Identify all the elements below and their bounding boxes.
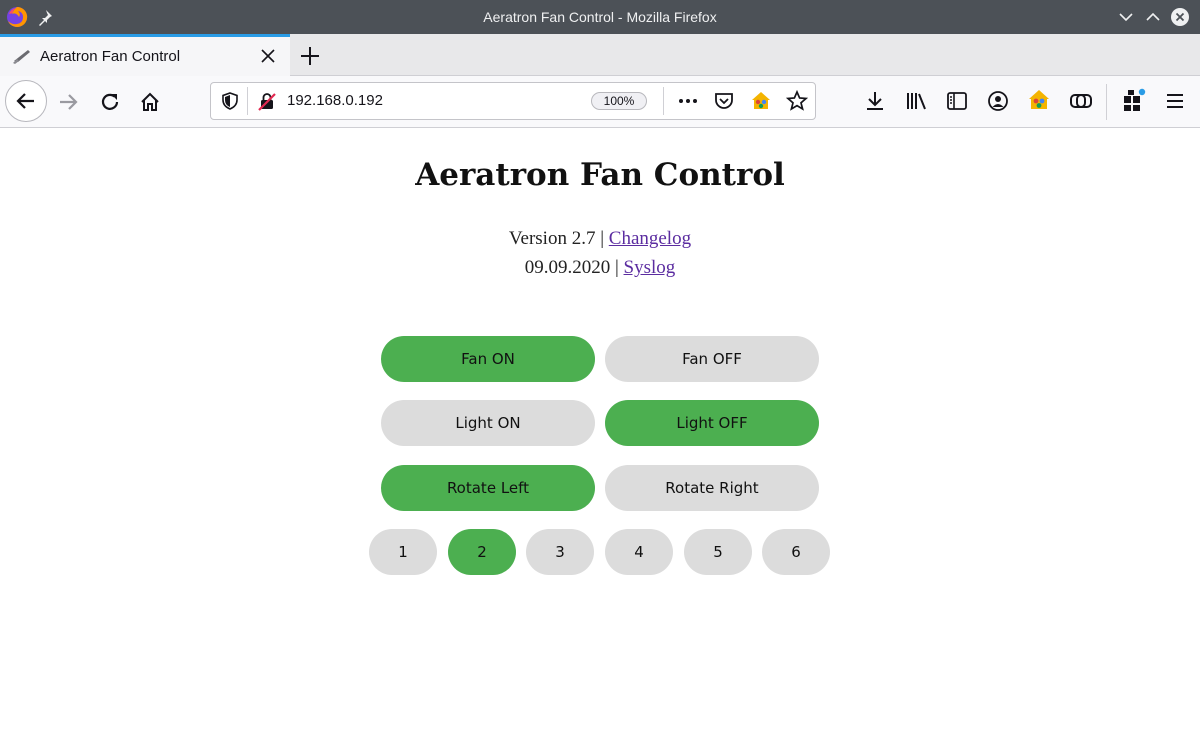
- nav-bar: 192.168.0.192 100%: [0, 76, 1200, 128]
- version-line: Version 2.7 | Changelog: [0, 228, 1200, 250]
- fan-off-button[interactable]: Fan OFF: [605, 336, 819, 382]
- tab-aeratron[interactable]: Aeratron Fan Control: [0, 34, 290, 76]
- date-line: 09.09.2020 | Syslog: [0, 257, 1200, 279]
- zoom-indicator[interactable]: 100%: [591, 92, 647, 110]
- changelog-link[interactable]: Changelog: [609, 228, 691, 249]
- reload-icon: [101, 93, 119, 110]
- home-assistant-icon[interactable]: [751, 91, 771, 111]
- window-titlebar: Aeratron Fan Control - Mozilla Firefox: [0, 0, 1200, 34]
- forward-arrow-icon: [60, 94, 78, 110]
- extensions-icon[interactable]: [1122, 88, 1146, 112]
- sidebar-icon[interactable]: [946, 90, 968, 112]
- back-button[interactable]: [5, 80, 47, 122]
- speed-4-button[interactable]: 4: [605, 529, 673, 575]
- fan-on-button[interactable]: Fan ON: [381, 336, 595, 382]
- bookmark-star-icon[interactable]: [786, 90, 808, 112]
- speed-5-button[interactable]: 5: [684, 529, 752, 575]
- urlbar-separator: [247, 87, 248, 115]
- tab-close-icon[interactable]: [260, 48, 276, 64]
- pocket-icon[interactable]: [714, 91, 734, 111]
- minimize-icon[interactable]: [1116, 7, 1136, 27]
- insecure-lock-icon[interactable]: [257, 92, 277, 112]
- maximize-icon[interactable]: [1143, 7, 1163, 27]
- url-bar[interactable]: 192.168.0.192 100%: [210, 82, 816, 120]
- light-off-button[interactable]: Light OFF: [605, 400, 819, 446]
- speed-3-button[interactable]: 3: [526, 529, 594, 575]
- fan-favicon-icon: [13, 50, 30, 64]
- back-arrow-icon: [16, 93, 34, 109]
- light-on-button[interactable]: Light ON: [381, 400, 595, 446]
- new-tab-plus-icon[interactable]: [296, 42, 324, 70]
- forward-button[interactable]: [50, 84, 86, 120]
- page-content: Aeratron Fan Control Version 2.7 | Chang…: [0, 129, 1200, 750]
- rotate-left-button[interactable]: Rotate Left: [381, 465, 595, 511]
- shield-icon[interactable]: [221, 92, 239, 110]
- home-icon: [141, 92, 159, 111]
- home-button[interactable]: [132, 84, 168, 120]
- library-icon[interactable]: [905, 90, 929, 112]
- speed-1-button[interactable]: 1: [369, 529, 437, 575]
- speed-2-button[interactable]: 2: [448, 529, 516, 575]
- syslog-link[interactable]: Syslog: [624, 257, 676, 278]
- urlbar-separator-right: [663, 87, 664, 115]
- version-text: Version 2.7 |: [508, 228, 605, 249]
- reload-button[interactable]: [92, 84, 128, 120]
- window-title: Aeratron Fan Control - Mozilla Firefox: [483, 9, 717, 25]
- tab-title: Aeratron Fan Control: [40, 48, 181, 65]
- date-text: 09.09.2020 |: [524, 257, 619, 278]
- more-actions-icon[interactable]: [677, 92, 699, 110]
- rotate-right-button[interactable]: Rotate Right: [605, 465, 819, 511]
- link-extension-icon[interactable]: [1069, 90, 1093, 112]
- speed-6-button[interactable]: 6: [762, 529, 830, 575]
- page-title: Aeratron Fan Control: [415, 157, 785, 193]
- menu-icon[interactable]: [1164, 90, 1186, 112]
- downloads-icon[interactable]: [864, 90, 886, 112]
- tab-strip: Aeratron Fan Control: [0, 34, 1200, 76]
- account-icon[interactable]: [987, 90, 1009, 112]
- window-close-icon[interactable]: [1170, 7, 1190, 27]
- home-assistant-toolbar-icon[interactable]: [1028, 89, 1050, 111]
- url-text[interactable]: 192.168.0.192: [287, 83, 383, 119]
- toolbar-separator: [1106, 84, 1107, 120]
